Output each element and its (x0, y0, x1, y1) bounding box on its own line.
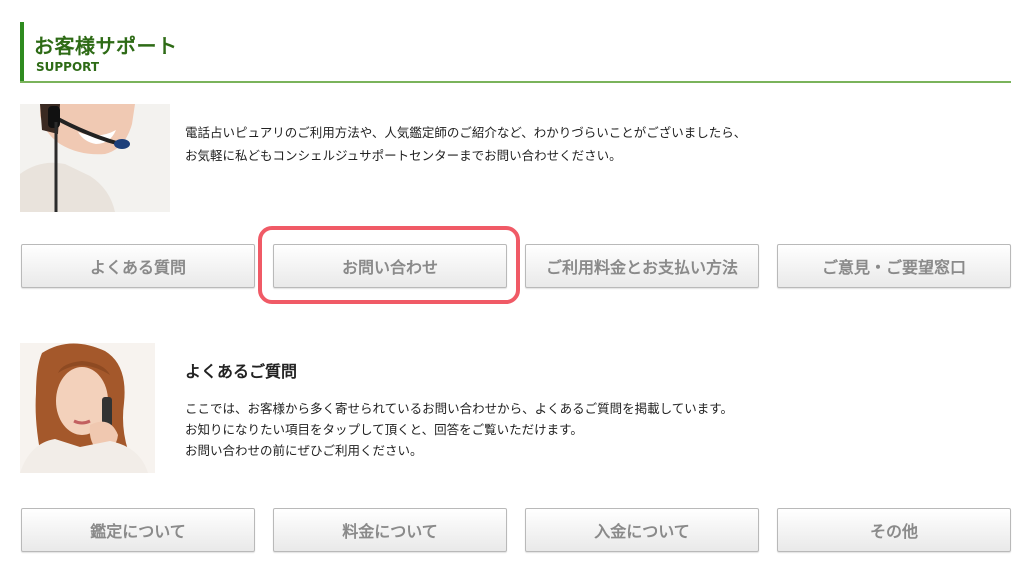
other-faq-button[interactable]: その他 (777, 508, 1011, 552)
fee-faq-button[interactable]: 料金について (273, 508, 507, 552)
faq-line: お問い合わせの前にぜひご利用ください。 (185, 443, 423, 458)
faq-line: お知りになりたい項目をタップして頂くと、回答をご覧いただけます。 (185, 422, 583, 437)
phone-woman-photo (20, 343, 155, 473)
deposit-faq-button[interactable]: 入金について (525, 508, 759, 552)
feedback-button[interactable]: ご意見・ご要望窓口 (777, 244, 1011, 288)
intro-line: 電話占いピュアリのご利用方法や、人気鑑定師のご紹介など、わかりづらいことがござい… (185, 125, 747, 140)
contact-button[interactable]: お問い合わせ (273, 244, 507, 288)
operator-photo (20, 104, 170, 212)
fortune-reading-faq-button[interactable]: 鑑定について (21, 508, 255, 552)
faq-button[interactable]: よくある質問 (21, 244, 255, 288)
intro-line: お気軽に私どもコンシェルジュサポートセンターまでお問い合わせください。 (185, 148, 622, 163)
page-title: お客様サポート (34, 34, 178, 58)
faq-line: ここでは、お客様から多く寄せられているお問い合わせから、よくあるご質問を掲載して… (185, 401, 734, 416)
faq-section-title: よくあるご質問 (185, 362, 298, 381)
header-accent-bar (20, 22, 24, 82)
faq-description: ここでは、お客様から多く寄せられているお問い合わせから、よくあるご質問を掲載して… (185, 398, 733, 461)
pricing-payment-button[interactable]: ご利用料金とお支払い方法 (525, 244, 759, 288)
header-divider (20, 81, 1011, 83)
support-header: お客様サポート SUPPORT (20, 22, 1011, 83)
page-subtitle: SUPPORT (36, 60, 100, 74)
support-intro: 電話占いピュアリのご利用方法や、人気鑑定師のご紹介など、わかりづらいことがござい… (185, 121, 746, 167)
